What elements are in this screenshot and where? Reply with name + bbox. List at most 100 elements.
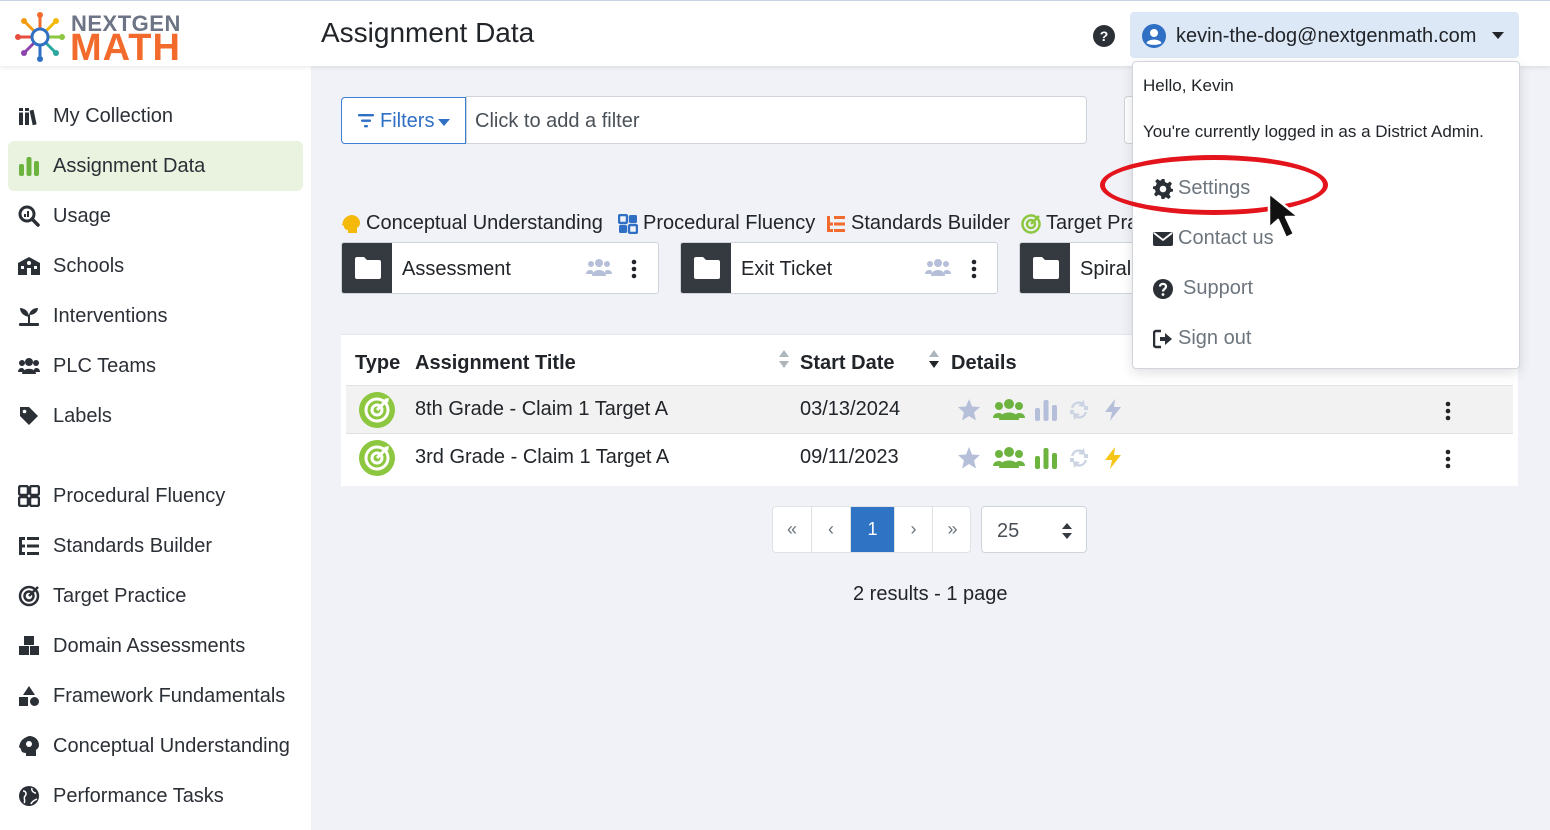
sidebar-item-label: Target Practice [53, 585, 187, 607]
sidebar-item-assignment-data[interactable]: Assignment Data [8, 141, 303, 191]
sidebar-item-framework-fundamentals[interactable]: Framework Fundamentals [8, 671, 303, 721]
star-icon[interactable] [957, 446, 981, 470]
pagination: « ‹ 1 › » [772, 506, 971, 553]
bar-chart-icon[interactable] [1034, 398, 1058, 422]
menu-item-contact-us[interactable]: Contact us [1133, 216, 1519, 260]
sidebar-item-label: PLC Teams [53, 355, 157, 377]
legend-label: Target Pra [1046, 212, 1139, 234]
mouse-pointer-icon [1267, 191, 1301, 240]
filters-button-label: Filters [380, 110, 435, 132]
grid-icon [618, 214, 638, 234]
user-circle-icon [1142, 24, 1166, 48]
user-menu-button[interactable]: kevin-the-dog@nextgenmath.com [1130, 12, 1519, 58]
sidebar-item-plc-teams[interactable]: PLC Teams [8, 341, 303, 391]
logo-text-math: MATH [70, 27, 181, 69]
pagination-last-button[interactable]: » [933, 507, 970, 552]
kebab-menu-icon[interactable] [631, 259, 637, 279]
help-button[interactable]: ? [1093, 25, 1115, 47]
folder-icon-box [681, 243, 731, 293]
folder-icon [355, 257, 381, 279]
sidebar-item-domain-assessments[interactable]: Domain Assessments [8, 621, 303, 671]
sidebar-item-label: Schools [53, 255, 125, 277]
sidebar-item-interventions[interactable]: Interventions [8, 291, 303, 341]
school-icon [18, 257, 40, 275]
legend-label: Conceptual Understanding [366, 212, 603, 234]
sidebar-item-conceptual-understanding[interactable]: Conceptual Understanding [8, 721, 303, 771]
folder-icon-box [342, 243, 392, 293]
filter-input[interactable]: Click to add a filter [466, 96, 1087, 144]
page-size-select[interactable]: 25 [981, 506, 1087, 553]
sync-icon[interactable] [1067, 446, 1091, 470]
column-header-assignment-title[interactable]: Assignment Title [415, 352, 576, 375]
lightbulb-head-icon [342, 215, 360, 233]
column-header-details: Details [951, 352, 1017, 374]
user-dropdown-menu: Hello, Kevin You're currently logged in … [1132, 61, 1520, 369]
sync-icon[interactable] [1067, 398, 1091, 422]
lightning-icon[interactable] [1101, 446, 1125, 470]
tag-icon [20, 407, 38, 425]
pagination-prev-button[interactable]: ‹ [812, 507, 851, 552]
kebab-menu-icon[interactable] [1445, 449, 1451, 469]
folder-icon [1033, 257, 1059, 279]
filters-button[interactable]: Filters [341, 97, 466, 144]
target-icon [18, 585, 40, 607]
magnify-chart-icon [18, 205, 40, 227]
bar-chart-icon[interactable] [1034, 446, 1058, 470]
sidebar-item-label: Usage [53, 205, 111, 227]
sidebar-item-standards-builder[interactable]: Standards Builder [8, 521, 303, 571]
users-icon[interactable] [993, 398, 1025, 422]
sidebar-item-target-practice[interactable]: Target Practice [8, 571, 303, 621]
pagination-page-1[interactable]: 1 [851, 507, 894, 552]
nextgen-math-logo[interactable]: NEXTGEN MATH [14, 9, 194, 69]
sort-icon[interactable] [779, 350, 789, 368]
pagination-next-button[interactable]: › [894, 507, 933, 552]
table-row[interactable]: 8th Grade - Claim 1 Target A 03/13/2024 [346, 385, 1513, 433]
sidebar-item-label: Performance Tasks [53, 785, 224, 807]
sidebar-item-schools[interactable]: Schools [8, 241, 303, 291]
assignment-title[interactable]: 8th Grade - Claim 1 Target A [415, 398, 668, 421]
folder-card[interactable]: Exit Ticket [680, 242, 998, 294]
list-tree-icon [19, 537, 39, 555]
envelope-icon [1153, 232, 1173, 246]
menu-item-label: Sign out [1178, 327, 1252, 349]
assignment-title[interactable]: 3rd Grade - Claim 1 Target A [415, 446, 669, 469]
target-practice-type-icon [359, 392, 395, 428]
table-row[interactable]: 3rd Grade - Claim 1 Target A 09/11/2023 [346, 433, 1513, 481]
sidebar-item-label: Conceptual Understanding [53, 735, 290, 757]
column-header-start-date[interactable]: Start Date [800, 352, 894, 375]
menu-item-sign-out[interactable]: Sign out [1133, 316, 1519, 360]
sidebar-item-usage[interactable]: Usage [8, 191, 303, 241]
folder-icon [694, 257, 720, 279]
target-practice-type-icon [359, 440, 395, 476]
users-icon[interactable] [993, 446, 1025, 470]
sort-descending-icon[interactable] [929, 350, 939, 368]
lightning-icon[interactable] [1101, 398, 1125, 422]
sidebar-item-performance-tasks[interactable]: Performance Tasks [8, 771, 303, 821]
shapes-icon [19, 686, 39, 706]
globe-icon [19, 786, 39, 806]
folder-card[interactable]: Assessment [341, 242, 659, 294]
user-email: kevin-the-dog@nextgenmath.com [1176, 25, 1477, 47]
sidebar-item-my-collection[interactable]: My Collection [8, 91, 303, 141]
users-icon [18, 358, 40, 374]
page-title: Assignment Data [321, 17, 535, 48]
sidebar-item-label: Standards Builder [53, 535, 212, 557]
folder-name: Exit Ticket [741, 258, 833, 280]
brain-icon [19, 736, 39, 756]
kebab-menu-icon[interactable] [1445, 401, 1451, 421]
page-size-value: 25 [997, 520, 1020, 542]
sidebar-item-procedural-fluency[interactable]: Procedural Fluency [8, 471, 303, 521]
grid-icon [18, 485, 40, 507]
star-icon[interactable] [957, 398, 981, 422]
legend-label: Procedural Fluency [643, 212, 816, 234]
menu-item-support[interactable]: Support [1133, 266, 1519, 310]
folder-icon-box [1020, 243, 1070, 293]
caret-down-icon [438, 119, 450, 126]
sidebar-item-labels[interactable]: Labels [8, 391, 303, 441]
kebab-menu-icon[interactable] [971, 259, 977, 279]
books-icon [19, 108, 37, 126]
pagination-first-button[interactable]: « [773, 507, 812, 552]
folder-name: Assessment [402, 258, 511, 280]
legend-label: Standards Builder [851, 212, 1010, 234]
column-header-type[interactable]: Type [355, 352, 400, 375]
